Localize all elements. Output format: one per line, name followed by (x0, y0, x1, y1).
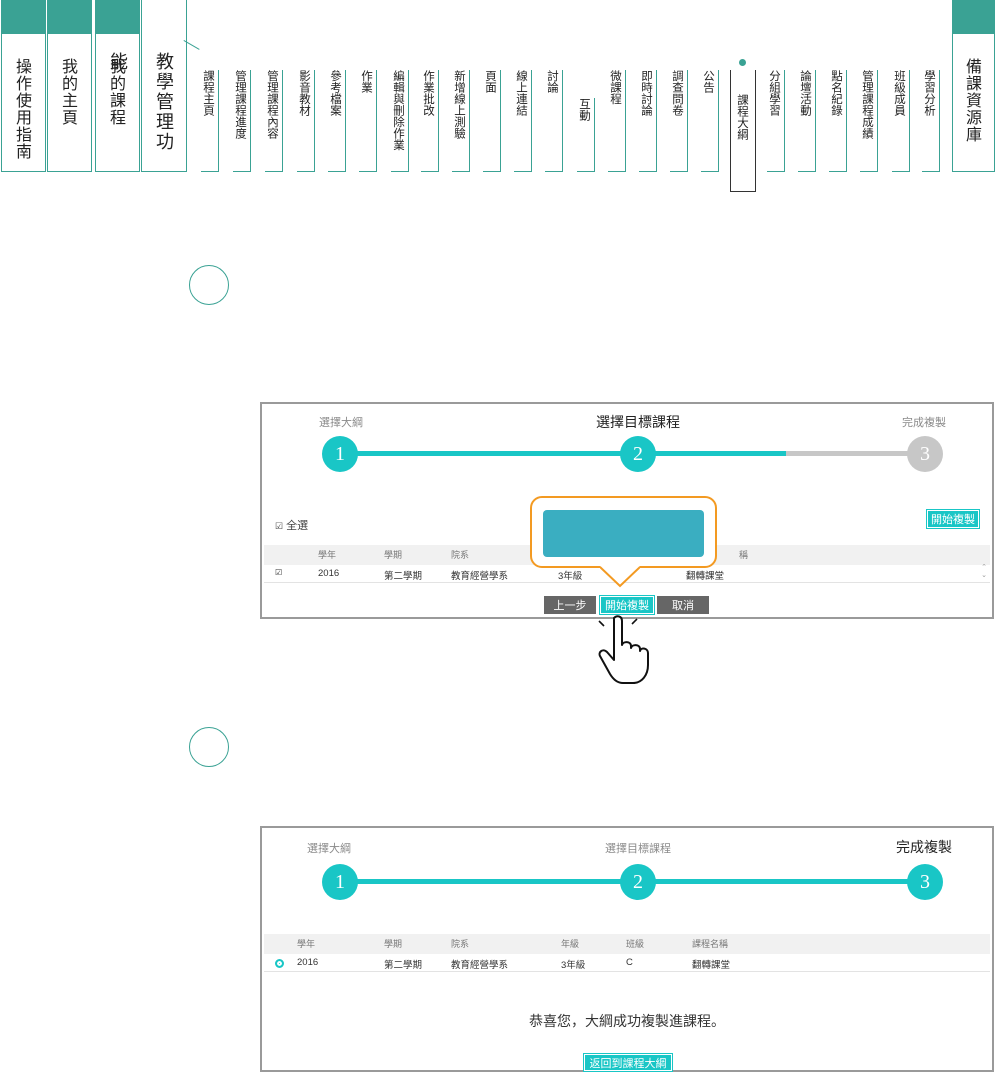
subtab-course-syllabus[interactable]: 課程大綱 (730, 70, 756, 192)
column-header: 稱 (739, 550, 749, 560)
wizard-node-1: 1 (322, 864, 358, 900)
cell-grade: 3年級 (561, 960, 586, 971)
table-row[interactable]: 2016 第二學期 教育經營學系 3年級 C 翻轉課堂 (264, 954, 990, 972)
cell-semester: 第二學期 (384, 960, 423, 971)
subtab-interaction[interactable]: 互動 (577, 98, 595, 172)
column-header: 院系 (451, 550, 470, 560)
wizard-progress-track (338, 451, 786, 456)
wizard-step-label: 選擇大綱 (307, 843, 351, 855)
active-indicator-dot (739, 59, 746, 66)
table-header: 學年 學期 院系 年級 班級 課程名稱 (264, 934, 990, 954)
column-header: 學期 (384, 550, 403, 560)
column-header: 班級 (626, 939, 645, 949)
tab-my-courses[interactable]: 我的課程 (95, 0, 140, 172)
tab-teaching-management[interactable]: 教學管理功能 (107, 0, 200, 172)
wizard-node-2: 2 (620, 436, 656, 472)
subtab-edit-delete-assignments[interactable]: 編輯與刪除作業 (391, 70, 409, 172)
tab-label: 我的主頁 (59, 58, 78, 126)
subtab-discussion[interactable]: 討論 (545, 70, 563, 172)
column-header: 院系 (451, 939, 470, 949)
column-header: 課程名稱 (692, 939, 729, 949)
subtab-reference-files[interactable]: 參考檔案 (328, 70, 346, 172)
subtab-live-discussion[interactable]: 即時討論 (639, 70, 657, 172)
callout-content-box (543, 510, 704, 557)
wizard-step-label: 完成複製 (902, 417, 946, 429)
step-marker-circle (189, 727, 229, 767)
subtab-forum-activities[interactable]: 論壇活動 (798, 70, 816, 172)
subtab-online-links[interactable]: 線上連結 (514, 70, 532, 172)
cell-department: 教育經營學系 (451, 571, 509, 582)
column-header: 學期 (384, 939, 403, 949)
subtab-grade-assignments[interactable]: 作業批改 (421, 70, 439, 172)
subtab-pages[interactable]: 頁面 (483, 70, 501, 172)
tab-label: 教學管理功能 (107, 52, 174, 152)
pointer-hand-icon (598, 615, 649, 684)
tab-label: 操作使用指南 (13, 58, 32, 160)
subtab-group-learning[interactable]: 分組學習 (767, 70, 785, 172)
column-header: 年級 (561, 939, 580, 949)
scroll-arrows-icon[interactable]: ⌃ ⌄ (980, 563, 988, 579)
step-marker-circle (189, 265, 229, 305)
start-copy-button-top[interactable]: 開始複製 (926, 509, 980, 529)
cell-course-name: 翻轉課堂 (692, 960, 731, 971)
select-all-checkbox[interactable]: ☑ 全選 (275, 517, 308, 533)
checkbox-icon: ☑ (275, 521, 284, 531)
column-header: 學年 (297, 939, 316, 949)
subtab-video-materials[interactable]: 影音教材 (297, 70, 315, 172)
subtab-micro-courses[interactable]: 微課程 (608, 70, 626, 172)
wizard-node-2: 2 (620, 864, 656, 900)
subtab-course-progress[interactable]: 管理課程進度 (233, 70, 251, 172)
start-copy-button[interactable]: 開始複製 (599, 595, 655, 615)
subtab-course-content[interactable]: 管理課程內容 (265, 70, 283, 172)
subtab-announcements[interactable]: 公告 (701, 70, 719, 172)
cell-course-name: 翻轉課堂 (686, 571, 725, 582)
copy-complete-panel: 選擇大綱 選擇目標課程 完成複製 1 2 3 學年 學期 院系 年級 班級 課程… (260, 826, 994, 1072)
column-header: 學年 (318, 550, 337, 560)
return-to-syllabus-button[interactable]: 返回到課程大綱 (583, 1053, 673, 1072)
callout-pointer (600, 566, 640, 588)
tab-my-home[interactable]: 我的主頁 (47, 0, 92, 172)
prev-step-button[interactable]: 上一步 (544, 596, 596, 614)
wizard-step-label: 選擇目標課程 (605, 843, 671, 855)
callout-bubble (530, 496, 717, 568)
subtab-course-grades[interactable]: 管理課程成績 (860, 70, 878, 172)
subtab-survey[interactable]: 調查問卷 (670, 70, 688, 172)
wizard-node-1: 1 (322, 436, 358, 472)
subtab-class-members[interactable]: 班級成員 (892, 70, 910, 172)
wizard-step-label-current: 選擇目標課程 (596, 414, 680, 430)
tab-resource-library[interactable]: 備課資源庫 (952, 0, 995, 172)
wizard-step-label: 選擇大綱 (319, 417, 363, 429)
tab-label: 備課資源庫 (963, 58, 982, 143)
row-checkbox-icon[interactable]: ☑ (275, 568, 282, 577)
select-all-label: 全選 (286, 520, 309, 532)
cancel-button[interactable]: 取消 (657, 596, 709, 614)
cell-department: 教育經營學系 (451, 960, 509, 971)
subtab-add-online-quiz[interactable]: 新增線上測驗 (452, 70, 470, 172)
success-message: 恭喜您，大綱成功複製進課程。 (529, 1013, 725, 1029)
wizard-node-3: 3 (907, 436, 943, 472)
wizard-step-label-current: 完成複製 (896, 839, 952, 855)
cell-class: C (626, 957, 633, 968)
row-radio-icon[interactable] (275, 959, 284, 968)
subtab-assignments[interactable]: 作業 (359, 70, 377, 172)
cell-semester: 第二學期 (384, 571, 423, 582)
subtab-course-home[interactable]: 課程主頁 (201, 70, 219, 172)
cell-year: 2016 (297, 957, 319, 968)
tab-user-guide[interactable]: 操作使用指南 (1, 0, 46, 172)
subtab-learning-analytics[interactable]: 學習分析 (922, 70, 940, 172)
wizard-remaining-track (786, 451, 926, 456)
subtab-attendance[interactable]: 點名紀錄 (829, 70, 847, 172)
wizard-node-3: 3 (907, 864, 943, 900)
cell-year: 2016 (318, 568, 340, 579)
top-navigation: 操作使用指南 我的主頁 我的課程 教學管理功能 課程主頁 管理課程進度 管理課程… (0, 0, 995, 195)
cell-grade: 3年級 (558, 571, 583, 582)
